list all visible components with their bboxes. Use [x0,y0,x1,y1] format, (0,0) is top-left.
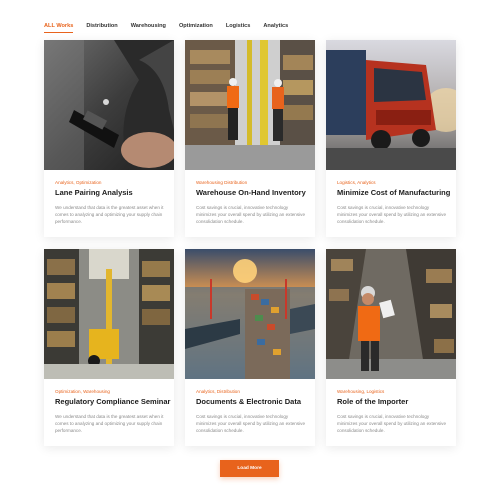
tab-analytics[interactable]: Analytics [263,23,288,33]
portfolio-card[interactable]: Logistics, Analytics Minimize Cost of Ma… [326,40,456,237]
card-title[interactable]: Documents & Electronic Data [196,397,301,406]
load-more-button[interactable]: Load More [220,460,279,477]
card-title[interactable]: Role of the Importer [337,397,408,406]
card-image-forklift[interactable] [44,249,174,379]
portfolio-card[interactable]: Analytics, Optimization Lane Pairing Ana… [44,40,174,237]
card-description: Cost savings is crucial, innovative tech… [337,205,447,225]
card-description: We understand that data is the greatest … [55,414,164,434]
card-description: Cost savings is crucial, innovative tech… [337,414,447,434]
card-category: Analytics, Optimization [55,180,102,185]
card-title[interactable]: Minimize Cost of Manufacturing [337,188,450,197]
card-image-truck[interactable] [326,40,456,170]
card-category: Optimization, Warehousing [55,389,110,394]
tab-logistics[interactable]: Logistics [226,23,251,33]
card-description: Cost savings is crucial, innovative tech… [196,205,306,225]
card-image-importer[interactable] [326,249,456,379]
tab-warehousing[interactable]: Warehousing [131,23,166,33]
card-description: Cost savings is crucial, innovative tech… [196,414,306,434]
card-category: Analytics, Distribution [196,389,240,394]
card-image-warehouse-workers[interactable] [185,40,315,170]
filter-tabs: ALL Works Distribution Warehousing Optim… [44,23,301,33]
tab-optimization[interactable]: Optimization [179,23,213,33]
card-title[interactable]: Warehouse On-Hand Inventory [196,188,306,197]
card-description: We understand that data is the greatest … [55,205,164,225]
card-category: Warehousing Distribution [196,180,248,185]
portfolio-card[interactable]: Analytics, Distribution Documents & Elec… [185,249,315,446]
card-title[interactable]: Regulatory Compliance Seminar [55,397,170,406]
portfolio-card[interactable]: Optimization, Warehousing Regulatory Com… [44,249,174,446]
tab-distribution[interactable]: Distribution [86,23,117,33]
card-category: Logistics, Analytics [337,180,376,185]
card-image-port[interactable] [185,249,315,379]
portfolio-card[interactable]: Warehousing, Logistics Role of the Impor… [326,249,456,446]
card-category: Warehousing, Logistics [337,389,385,394]
card-image-scanner[interactable] [44,40,174,170]
portfolio-card[interactable]: Warehousing Distribution Warehouse On-Ha… [185,40,315,237]
tab-all-works[interactable]: ALL Works [44,23,74,33]
card-title[interactable]: Lane Pairing Analysis [55,188,133,197]
